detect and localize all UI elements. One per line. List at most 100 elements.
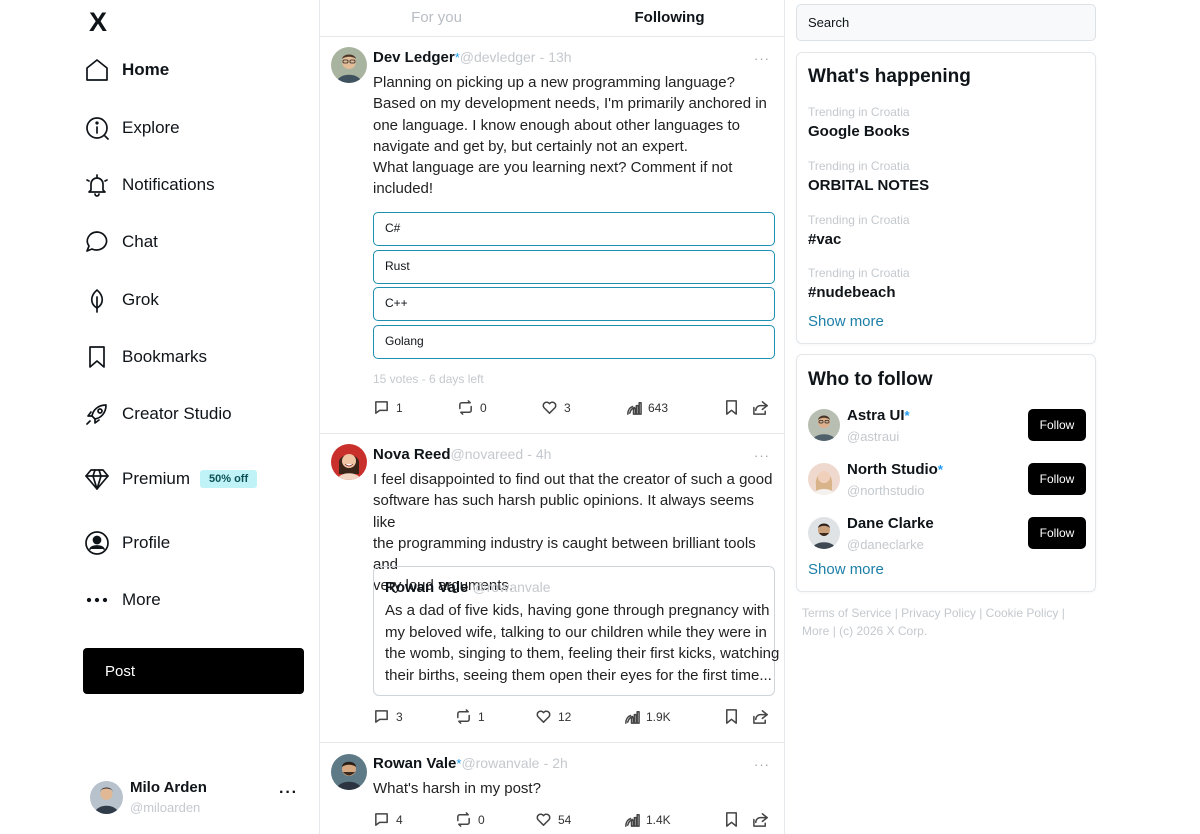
quoted-text-line: As a dad of five kids, having gone throu… bbox=[385, 602, 770, 619]
like-button[interactable]: 3 bbox=[541, 399, 571, 416]
trend-item[interactable]: #vac bbox=[808, 231, 841, 248]
trends-show-more-link[interactable]: Show more bbox=[808, 313, 884, 330]
avatar[interactable] bbox=[808, 409, 840, 441]
tweet-more-icon[interactable]: ··· bbox=[754, 448, 770, 463]
search-input[interactable] bbox=[796, 4, 1096, 41]
tweet-author-handle[interactable]: @novareed bbox=[451, 446, 524, 462]
repost-icon bbox=[459, 400, 472, 415]
tweet[interactable]: Dev Ledger*@devledger - 13h ··· Planning… bbox=[320, 37, 784, 434]
bookmark-button[interactable] bbox=[723, 811, 746, 828]
tweet-avatar[interactable] bbox=[331, 754, 367, 790]
views-count: 643 bbox=[648, 400, 669, 415]
share-button[interactable] bbox=[752, 708, 775, 725]
follow-button[interactable]: Follow bbox=[1028, 409, 1086, 441]
nav-more[interactable]: More bbox=[84, 580, 161, 620]
suggested-user-handle: @daneclarke bbox=[847, 537, 924, 552]
footer-separator: | bbox=[1061, 606, 1065, 620]
suggested-user-name[interactable]: Dane Clarke bbox=[847, 515, 934, 532]
like-button[interactable]: 12 bbox=[535, 708, 571, 725]
nav-bookmarks[interactable]: Bookmarks bbox=[84, 337, 207, 377]
bookmark-icon bbox=[726, 709, 737, 724]
tweet-author-handle[interactable]: @devledger bbox=[460, 49, 536, 65]
tweet[interactable]: Nova Reed@novareed - 4h ··· I feel disap… bbox=[320, 434, 784, 743]
views-button[interactable]: 643 bbox=[625, 399, 668, 416]
premium-discount-badge: 50% off bbox=[200, 470, 258, 488]
tweet-author-name[interactable]: Nova Reed bbox=[373, 446, 451, 463]
tweet[interactable]: Rowan Vale*@rowanvale - 2h ··· What's ha… bbox=[320, 743, 784, 834]
views-button[interactable]: 1.9K bbox=[623, 708, 671, 725]
trend-item[interactable]: Google Books bbox=[808, 123, 910, 140]
share-button[interactable] bbox=[752, 811, 775, 828]
tweet-header: Dev Ledger*@devledger - 13h bbox=[373, 49, 572, 66]
tweet-author-name[interactable]: Dev Ledger bbox=[373, 49, 455, 66]
nav-notifications[interactable]: Notifications bbox=[84, 165, 215, 205]
post-button[interactable]: Post bbox=[83, 648, 304, 694]
nav-bookmarks-label: Bookmarks bbox=[122, 347, 208, 366]
copyright: (c) 2026 X Corp. bbox=[839, 624, 928, 638]
account-switcher[interactable]: Milo Arden @miloarden ··· bbox=[89, 776, 304, 820]
poll-option[interactable]: C# bbox=[373, 212, 775, 246]
trend-item[interactable]: #nudebeach bbox=[808, 284, 896, 301]
account-handle: @miloarden bbox=[130, 800, 201, 815]
repost-button[interactable]: 1 bbox=[455, 708, 485, 725]
tweet-avatar[interactable] bbox=[331, 444, 367, 480]
diamond-icon bbox=[84, 466, 110, 492]
repost-button[interactable]: 0 bbox=[457, 399, 487, 416]
quoted-text-line: the womb, singing to them, feeling their… bbox=[385, 645, 780, 662]
nav-creator-studio[interactable]: Creator Studio bbox=[84, 394, 232, 434]
nav-profile[interactable]: Profile bbox=[84, 523, 170, 563]
quoted-tweet[interactable]: Rowan Vale @rowanvale As a dad of five k… bbox=[373, 566, 780, 696]
tweet-more-icon[interactable]: ··· bbox=[754, 51, 770, 66]
share-button[interactable] bbox=[752, 399, 775, 416]
tweet-author-name[interactable]: Rowan Vale bbox=[373, 755, 456, 772]
reply-button[interactable]: 3 bbox=[373, 708, 403, 725]
trend-meta: Trending in Croatia bbox=[808, 105, 910, 119]
terms-link[interactable]: Terms of Service bbox=[802, 606, 891, 620]
share-icon bbox=[753, 710, 768, 724]
tweet-time: - 4h bbox=[527, 446, 552, 462]
footer-more-link[interactable]: More bbox=[802, 624, 829, 638]
nav-chat[interactable]: Chat bbox=[84, 222, 158, 262]
reply-button[interactable]: 1 bbox=[373, 399, 403, 416]
follow-button[interactable]: Follow bbox=[1028, 517, 1086, 549]
avatar[interactable] bbox=[808, 463, 840, 495]
tweet-avatar[interactable] bbox=[331, 47, 367, 83]
poll-option[interactable]: Golang bbox=[373, 325, 775, 359]
nav-home-label: Home bbox=[122, 60, 170, 79]
suggested-user-name[interactable]: Astra UI* bbox=[847, 407, 910, 424]
bookmark-button[interactable] bbox=[723, 399, 746, 416]
tab-following[interactable]: Following bbox=[553, 9, 784, 26]
trend-item[interactable]: ORBITAL NOTES bbox=[808, 177, 929, 194]
nav-grok-label: Grok bbox=[122, 290, 159, 309]
account-more-icon[interactable]: ··· bbox=[279, 784, 298, 802]
like-count: 3 bbox=[564, 400, 571, 415]
x-logo[interactable]: X bbox=[89, 9, 111, 36]
quoted-text-line: their births, seeing them open their eye… bbox=[385, 666, 772, 684]
privacy-link[interactable]: Privacy Policy bbox=[901, 606, 976, 620]
timeline: For you Following Dev Ledger*@devledger … bbox=[319, 0, 785, 834]
avatar[interactable] bbox=[808, 517, 840, 549]
tweet-more-icon[interactable]: ··· bbox=[754, 757, 770, 772]
reply-icon bbox=[375, 401, 388, 414]
tweet-author-handle[interactable]: @rowanvale bbox=[461, 755, 539, 771]
repost-button[interactable]: 0 bbox=[455, 811, 485, 828]
like-button[interactable]: 54 bbox=[535, 811, 571, 828]
account-name: Milo Arden bbox=[130, 779, 207, 796]
nav-explore[interactable]: Explore bbox=[84, 108, 180, 148]
poll-option[interactable]: Rust bbox=[373, 250, 775, 284]
suggested-user-name[interactable]: North Studio* bbox=[847, 461, 943, 478]
bookmark-button[interactable] bbox=[723, 708, 746, 725]
views-button[interactable]: 1.4K bbox=[623, 811, 671, 828]
reply-button[interactable]: 4 bbox=[373, 811, 403, 828]
nav-home[interactable]: Home bbox=[84, 50, 169, 90]
follow-button[interactable]: Follow bbox=[1028, 463, 1086, 495]
nav-grok[interactable]: Grok bbox=[84, 280, 159, 320]
nav-premium[interactable]: Premium 50% off bbox=[84, 459, 258, 499]
follow-show-more-link[interactable]: Show more bbox=[808, 561, 884, 578]
tweet-text-line: included! bbox=[373, 180, 434, 198]
poll-option[interactable]: C++ bbox=[373, 287, 775, 321]
tweet-actions: 1 0 3 643 bbox=[373, 399, 771, 419]
tab-for-you[interactable]: For you bbox=[320, 9, 553, 26]
rocket-icon bbox=[84, 401, 110, 427]
cookie-link[interactable]: Cookie Policy bbox=[986, 606, 1059, 620]
